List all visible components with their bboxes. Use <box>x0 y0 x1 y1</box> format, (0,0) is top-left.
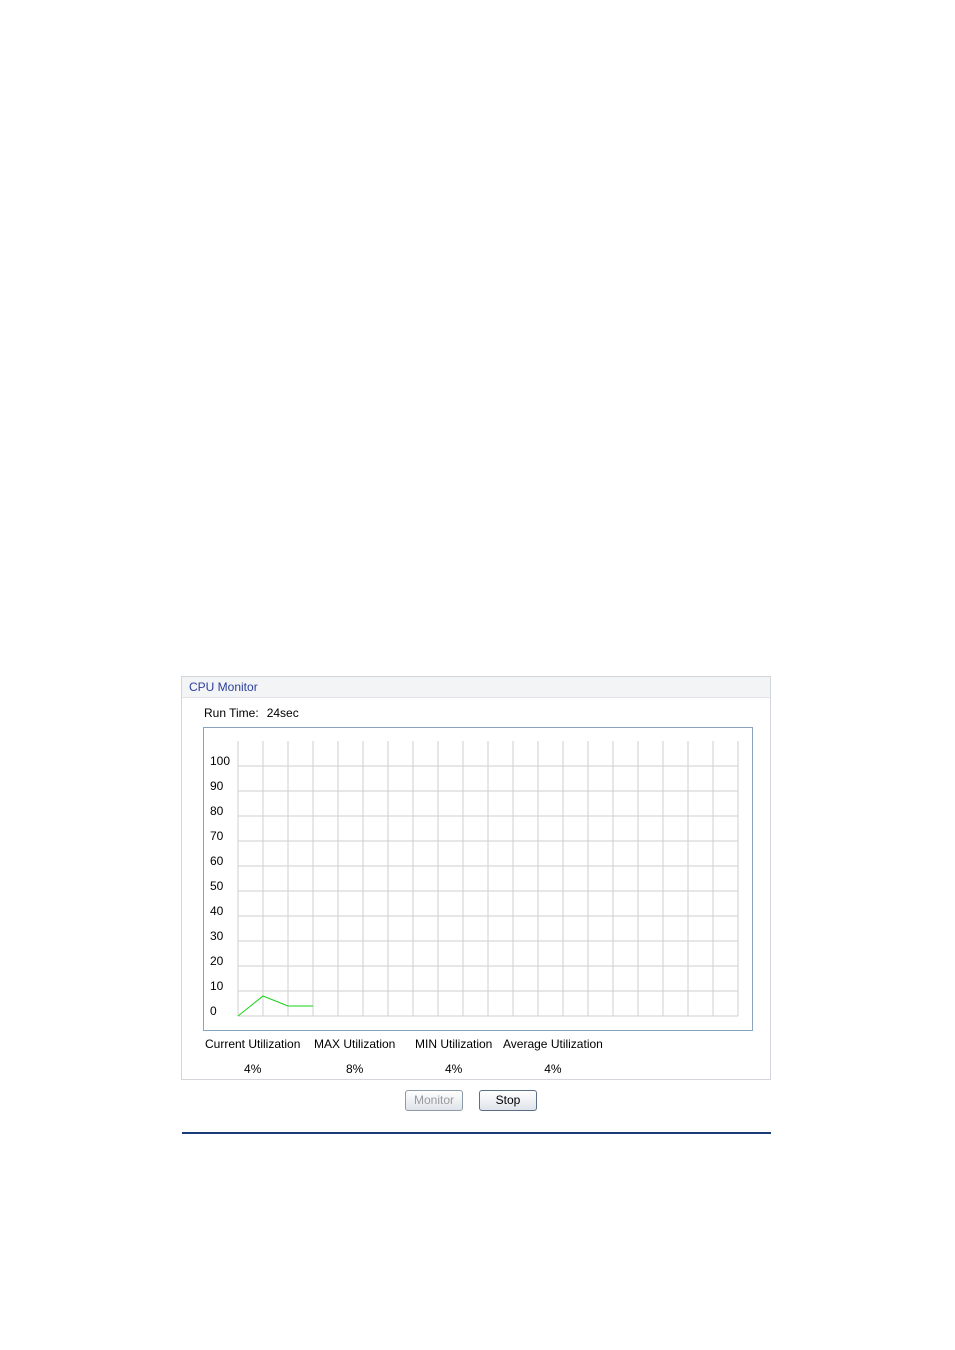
stat-current-label: Current Utilization <box>205 1037 301 1051</box>
y-tick-label: 10 <box>210 979 224 993</box>
stat-average-label: Average Utilization <box>503 1037 603 1051</box>
y-tick-label: 100 <box>210 754 230 768</box>
stat-current-value: 4% <box>244 1062 262 1076</box>
y-tick-label: 0 <box>210 1004 217 1018</box>
y-tick-label: 80 <box>210 804 224 818</box>
stat-min-value: 4% <box>445 1062 463 1076</box>
action-buttons: Monitor Stop <box>0 1090 955 1111</box>
stat-min: MIN Utilization 4% <box>415 1037 492 1076</box>
stat-average: Average Utilization 4% <box>503 1037 603 1076</box>
monitor-button[interactable]: Monitor <box>405 1090 463 1111</box>
stat-max-label: MAX Utilization <box>314 1037 396 1051</box>
cpu-chart-frame: 0 10 20 30 40 50 60 70 80 90 100 <box>203 727 753 1031</box>
y-tick-label: 50 <box>210 879 224 893</box>
y-tick-label: 70 <box>210 829 224 843</box>
cpu-monitor-panel: CPU Monitor Run Time: 24sec 0 10 20 30 40 50 60… <box>181 676 771 1080</box>
y-tick-label: 20 <box>210 954 224 968</box>
panel-title: CPU Monitor <box>182 677 770 698</box>
stat-current: Current Utilization 4% <box>205 1037 300 1076</box>
run-time-value: 24sec <box>266 706 299 720</box>
stat-average-value: 4% <box>544 1062 562 1076</box>
stat-max: MAX Utilization 8% <box>314 1037 395 1076</box>
run-time: Run Time: 24sec <box>204 706 299 720</box>
stop-button[interactable]: Stop <box>479 1090 537 1111</box>
stat-min-label: MIN Utilization <box>415 1037 493 1051</box>
footer-divider <box>182 1132 771 1134</box>
stat-max-value: 8% <box>346 1062 364 1076</box>
run-time-label: Run Time: <box>204 706 259 720</box>
cpu-chart: 0 10 20 30 40 50 60 70 80 90 100 <box>210 741 739 1018</box>
cpu-utilization-line <box>237 995 313 1017</box>
y-tick-label: 30 <box>210 929 224 943</box>
y-tick-label: 90 <box>210 779 224 793</box>
y-tick-label: 40 <box>210 904 224 918</box>
y-tick-label: 60 <box>210 854 224 868</box>
